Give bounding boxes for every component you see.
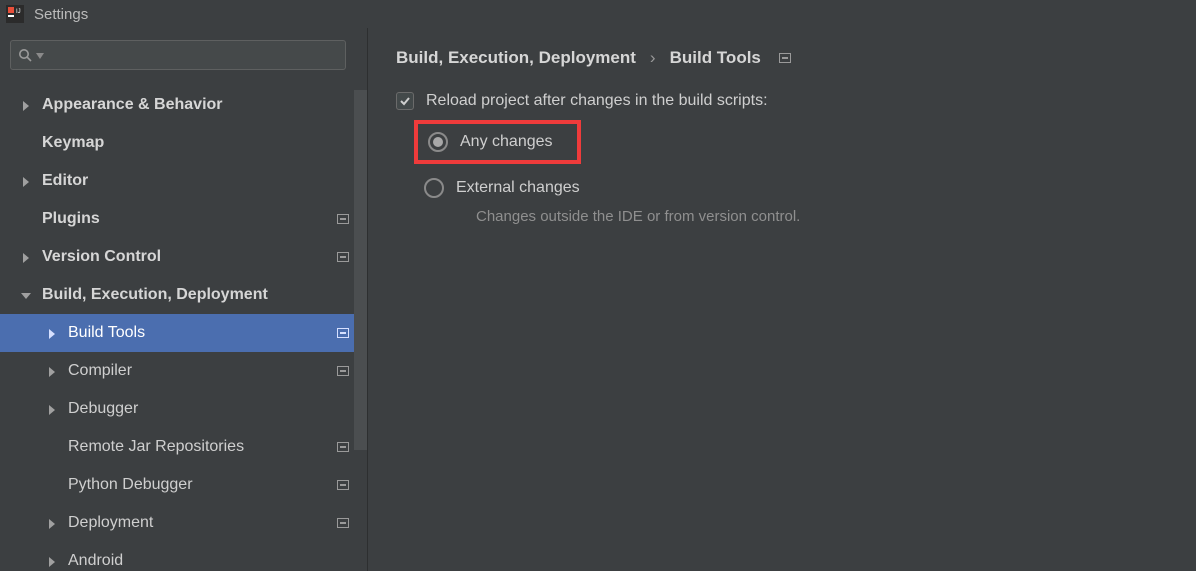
sidebar-item-compiler[interactable]: Compiler bbox=[0, 352, 367, 390]
highlight-any-changes: Any changes bbox=[414, 120, 581, 164]
sidebar-item-label: Plugins bbox=[42, 210, 337, 228]
sidebar: Appearance & Behavior Keymap Editor Plug… bbox=[0, 28, 367, 571]
chevron-right-icon bbox=[46, 555, 58, 567]
sidebar-item-remote-jar-repositories[interactable]: Remote Jar Repositories bbox=[0, 428, 367, 466]
breadcrumb-part: Build Tools bbox=[670, 48, 761, 68]
sidebar-item-version-control[interactable]: Version Control bbox=[0, 238, 367, 276]
sidebar-item-label: Android bbox=[68, 552, 349, 570]
radio-any-changes-label: Any changes bbox=[460, 133, 553, 151]
sidebar-item-label: Debugger bbox=[68, 400, 349, 418]
radio-external-changes-label: External changes bbox=[456, 179, 580, 197]
chevron-right-icon bbox=[46, 403, 58, 415]
chevron-right-icon bbox=[20, 251, 32, 263]
sidebar-item-label: Deployment bbox=[68, 514, 337, 532]
chevron-right-icon: › bbox=[650, 48, 656, 68]
reload-checkbox[interactable] bbox=[396, 92, 414, 110]
sidebar-item-label: Build Tools bbox=[68, 324, 337, 342]
sidebar-item-label: Python Debugger bbox=[68, 476, 337, 494]
settings-tree: Appearance & Behavior Keymap Editor Plug… bbox=[0, 80, 367, 571]
chevron-right-icon bbox=[46, 327, 58, 339]
sidebar-item-build-tools[interactable]: Build Tools bbox=[0, 314, 367, 352]
sidebar-item-python-debugger[interactable]: Python Debugger bbox=[0, 466, 367, 504]
sidebar-item-appearance-behavior[interactable]: Appearance & Behavior bbox=[0, 86, 367, 124]
main-panel: Build, Execution, Deployment › Build Too… bbox=[367, 28, 1196, 571]
sidebar-item-label: Build, Execution, Deployment bbox=[42, 286, 349, 304]
svg-text:IJ: IJ bbox=[16, 9, 21, 15]
radio-external-changes[interactable] bbox=[424, 178, 444, 198]
radio-any-changes[interactable] bbox=[428, 132, 448, 152]
chevron-right-icon bbox=[20, 175, 32, 187]
sidebar-item-label: Keymap bbox=[42, 134, 349, 152]
chevron-right-icon bbox=[46, 365, 58, 377]
project-scope-icon bbox=[337, 214, 349, 224]
reload-label: Reload project after changes in the buil… bbox=[426, 92, 768, 110]
window-title: Settings bbox=[34, 6, 88, 23]
project-scope-icon bbox=[337, 328, 349, 338]
project-scope-icon bbox=[337, 518, 349, 528]
sidebar-item-label: Compiler bbox=[68, 362, 337, 380]
chevron-right-icon bbox=[46, 517, 58, 529]
breadcrumb-part: Build, Execution, Deployment bbox=[396, 48, 636, 68]
project-scope-icon bbox=[337, 252, 349, 262]
chevron-down-icon bbox=[20, 289, 32, 301]
sidebar-item-editor[interactable]: Editor bbox=[0, 162, 367, 200]
sidebar-item-label: Editor bbox=[42, 172, 349, 190]
sidebar-item-keymap[interactable]: Keymap bbox=[0, 124, 367, 162]
project-scope-icon bbox=[337, 442, 349, 452]
sidebar-item-deployment[interactable]: Deployment bbox=[0, 504, 367, 542]
breadcrumb: Build, Execution, Deployment › Build Too… bbox=[396, 48, 1168, 68]
project-scope-icon bbox=[779, 53, 791, 63]
sidebar-item-debugger[interactable]: Debugger bbox=[0, 390, 367, 428]
sidebar-item-build-execution-deployment[interactable]: Build, Execution, Deployment bbox=[0, 276, 367, 314]
external-changes-description: Changes outside the IDE or from version … bbox=[476, 208, 1168, 225]
project-scope-icon bbox=[337, 366, 349, 376]
app-icon: IJ bbox=[6, 5, 24, 23]
title-bar: IJ Settings bbox=[0, 0, 1196, 28]
chevron-right-icon bbox=[20, 99, 32, 111]
check-icon bbox=[399, 95, 411, 107]
scrollbar[interactable] bbox=[354, 90, 367, 450]
search-input[interactable] bbox=[10, 40, 346, 70]
sidebar-item-plugins[interactable]: Plugins bbox=[0, 200, 367, 238]
sidebar-item-label: Version Control bbox=[42, 248, 337, 266]
sidebar-item-label: Remote Jar Repositories bbox=[68, 438, 337, 456]
sidebar-item-android[interactable]: Android bbox=[0, 542, 367, 571]
project-scope-icon bbox=[337, 480, 349, 490]
sidebar-item-label: Appearance & Behavior bbox=[42, 96, 349, 114]
